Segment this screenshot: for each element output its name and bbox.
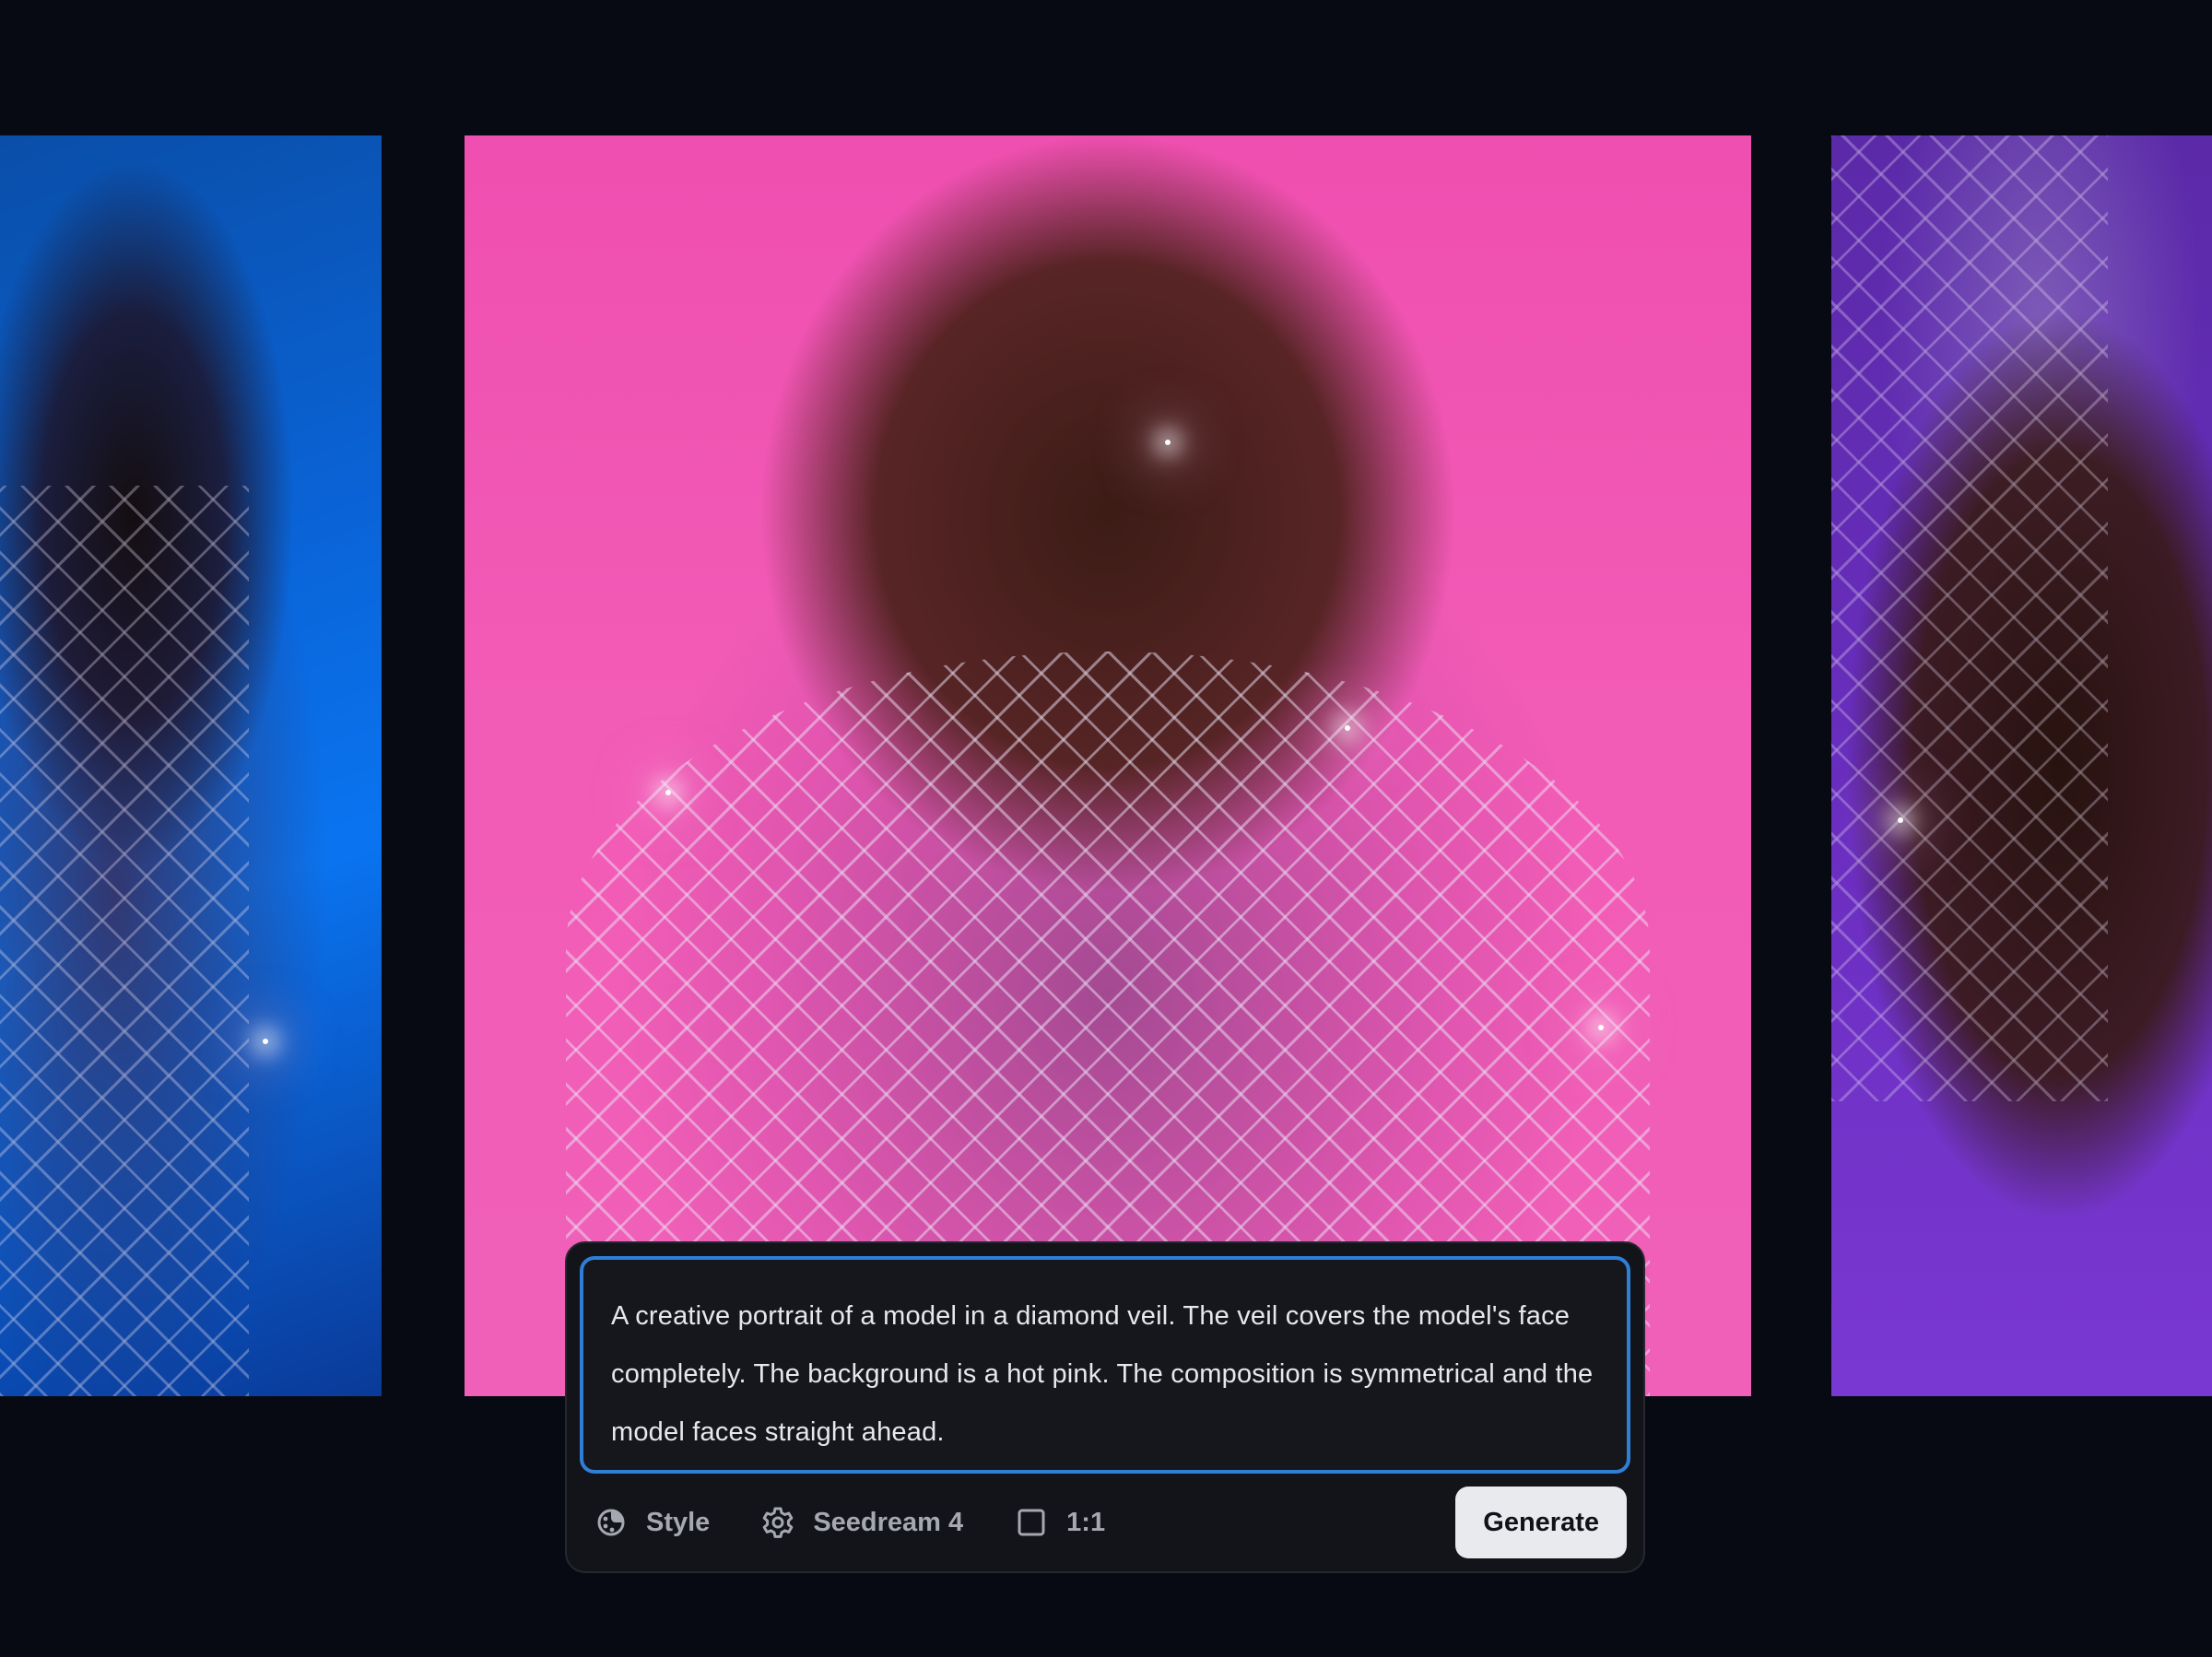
style-label: Style	[646, 1507, 711, 1537]
app-stage: A creative portrait of a model in a diam…	[0, 0, 2212, 1657]
sparkle	[1598, 1025, 1604, 1030]
generated-image-center[interactable]	[465, 135, 1751, 1396]
sparkle	[1345, 725, 1350, 731]
prompt-dock: A creative portrait of a model in a diam…	[565, 1241, 1645, 1573]
generated-image-left[interactable]	[0, 135, 382, 1396]
square-icon	[1018, 1509, 1045, 1536]
sparkle	[665, 790, 671, 795]
generated-image-right[interactable]	[1831, 135, 2212, 1396]
aspect-ratio-label: 1:1	[1066, 1507, 1106, 1537]
prompt-text[interactable]: A creative portrait of a model in a diam…	[611, 1287, 1599, 1462]
sparkle	[263, 1039, 268, 1044]
diamond-veil-texture	[1831, 135, 2108, 1101]
prompt-input[interactable]: A creative portrait of a model in a diam…	[580, 1256, 1630, 1474]
aspect-ratio-button[interactable]: 1:1	[1015, 1506, 1105, 1539]
model-label: Seedream 4	[813, 1507, 964, 1537]
sparkle	[1898, 817, 1903, 823]
prompt-toolbar: Style Seedream 4 1:1 Generate	[594, 1487, 1627, 1558]
diamond-veil-texture	[0, 486, 249, 1396]
model-select-button[interactable]: Seedream 4	[761, 1506, 963, 1539]
gear-icon	[763, 1507, 794, 1538]
palette-icon	[597, 1509, 625, 1536]
sparkle	[1165, 440, 1171, 445]
generate-button[interactable]: Generate	[1455, 1487, 1627, 1558]
style-button[interactable]: Style	[594, 1506, 710, 1539]
